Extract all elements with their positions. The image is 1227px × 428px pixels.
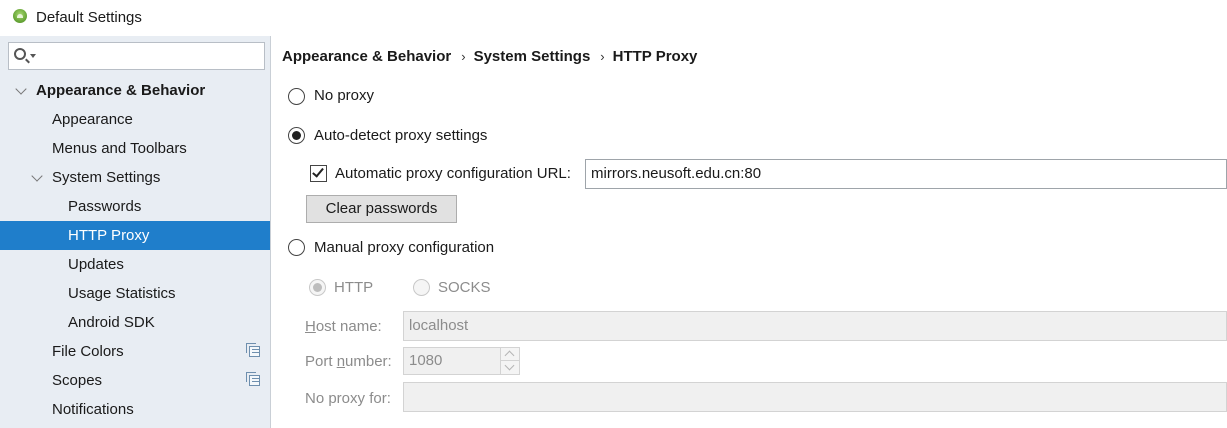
manual-proxy-radio[interactable] bbox=[288, 239, 305, 256]
clear-passwords-button[interactable]: Clear passwords bbox=[306, 195, 457, 223]
tree-item-label: Scopes bbox=[52, 372, 103, 389]
tree-item-label: Android SDK bbox=[68, 314, 155, 331]
tree-item-appearance[interactable]: Appearance bbox=[0, 105, 270, 134]
tree-item-label: Passwords bbox=[68, 198, 142, 215]
tree-item-file-colors[interactable]: File Colors bbox=[0, 337, 270, 366]
port-label-post: umber: bbox=[345, 353, 392, 370]
tree-item-passwords[interactable]: Passwords bbox=[0, 192, 270, 221]
auto-config-url-label[interactable]: Automatic proxy configuration URL: bbox=[335, 165, 571, 182]
search-input[interactable] bbox=[39, 46, 259, 66]
android-studio-icon bbox=[13, 9, 27, 23]
tree-item-label: HTTP Proxy bbox=[68, 227, 150, 244]
port-label-pre: Port bbox=[305, 353, 337, 370]
chevron-down-icon[interactable] bbox=[31, 170, 43, 182]
tree-item-usage-statistics[interactable]: Usage Statistics bbox=[0, 279, 270, 308]
socks-label[interactable]: SOCKS bbox=[438, 279, 491, 296]
host-name-field[interactable]: localhost bbox=[403, 311, 1227, 341]
auto-detect-radio[interactable] bbox=[288, 127, 305, 144]
window-title: Default Settings bbox=[36, 9, 142, 26]
chevron-right-icon: › bbox=[461, 49, 466, 64]
socks-radio[interactable] bbox=[413, 279, 430, 296]
host-name-label-post: ost name: bbox=[315, 318, 382, 335]
port-number-label: Port number: bbox=[305, 353, 392, 370]
auto-config-url-checkbox[interactable] bbox=[310, 165, 327, 182]
tree-item-system-settings[interactable]: System Settings bbox=[0, 163, 270, 192]
search-icon[interactable] bbox=[14, 48, 26, 60]
breadcrumb: Appearance & Behavior › System Settings › HT… bbox=[282, 48, 697, 65]
chevron-down-icon[interactable] bbox=[15, 83, 27, 95]
chevron-down-icon[interactable] bbox=[30, 54, 36, 58]
no-proxy-for-label: No proxy for: bbox=[305, 390, 391, 407]
tree-item-menus-toolbars[interactable]: Menus and Toolbars bbox=[0, 134, 270, 163]
tree-item-notifications[interactable]: Notifications bbox=[0, 395, 270, 424]
manual-proxy-label[interactable]: Manual proxy configuration bbox=[314, 239, 494, 256]
host-name-label-mnemonic: H bbox=[305, 318, 316, 335]
no-proxy-label[interactable]: No proxy bbox=[314, 87, 374, 104]
tree-item-label: Notifications bbox=[52, 401, 134, 418]
copy-settings-icon bbox=[246, 343, 260, 357]
breadcrumb-item[interactable]: Appearance & Behavior bbox=[282, 48, 451, 65]
settings-content: Appearance & Behavior › System Settings › HT… bbox=[272, 36, 1227, 428]
auto-config-url-field[interactable]: mirrors.neusoft.edu.cn:80 bbox=[585, 159, 1227, 189]
tree-item-android-sdk[interactable]: Android SDK bbox=[0, 308, 270, 337]
tree-item-label: Usage Statistics bbox=[68, 285, 176, 302]
tree-item-label: Menus and Toolbars bbox=[52, 140, 187, 157]
spinner-down-icon[interactable] bbox=[501, 361, 519, 374]
settings-search[interactable] bbox=[8, 42, 265, 70]
chevron-right-icon: › bbox=[600, 49, 605, 64]
host-name-label: Host name: bbox=[305, 318, 382, 335]
port-spinner[interactable] bbox=[500, 347, 520, 375]
settings-tree: Appearance & Behavior Appearance Menus a… bbox=[0, 76, 270, 424]
tree-item-label: Appearance & Behavior bbox=[36, 82, 206, 99]
auto-detect-label[interactable]: Auto-detect proxy settings bbox=[314, 127, 487, 144]
no-proxy-radio[interactable] bbox=[288, 88, 305, 105]
tree-item-http-proxy[interactable]: HTTP Proxy bbox=[0, 221, 270, 250]
no-proxy-for-field[interactable] bbox=[403, 382, 1227, 412]
tree-item-label: System Settings bbox=[52, 169, 161, 186]
port-number-field[interactable]: 1080 bbox=[403, 347, 501, 375]
port-label-mnemonic: n bbox=[336, 353, 346, 370]
breadcrumb-item[interactable]: System Settings bbox=[474, 48, 591, 65]
http-label[interactable]: HTTP bbox=[334, 279, 373, 296]
http-radio[interactable] bbox=[309, 279, 326, 296]
tree-item-scopes[interactable]: Scopes bbox=[0, 366, 270, 395]
breadcrumb-item: HTTP Proxy bbox=[612, 48, 698, 65]
tree-item-label: File Colors bbox=[52, 343, 124, 360]
tree-item-updates[interactable]: Updates bbox=[0, 250, 270, 279]
spinner-up-icon[interactable] bbox=[501, 348, 519, 361]
tree-item-label: Updates bbox=[68, 256, 124, 273]
tree-item-label: Appearance bbox=[52, 111, 133, 128]
tree-item-appearance-behavior[interactable]: Appearance & Behavior bbox=[0, 76, 270, 105]
settings-sidebar: Appearance & Behavior Appearance Menus a… bbox=[0, 36, 271, 428]
checkmark-icon bbox=[312, 165, 324, 178]
copy-settings-icon bbox=[246, 372, 260, 386]
title-bar: Default Settings bbox=[0, 0, 1227, 36]
